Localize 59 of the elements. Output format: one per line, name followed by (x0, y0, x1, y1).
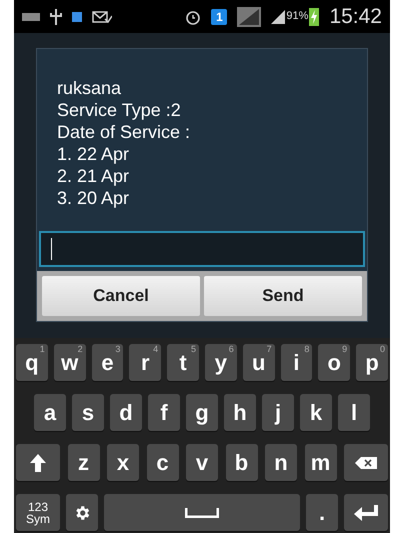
backspace-icon (355, 456, 377, 468)
key[interactable]: c (146, 444, 178, 481)
space-bar-icon (185, 508, 219, 518)
key[interactable]: k (300, 394, 332, 431)
key[interactable]: h (224, 394, 256, 431)
battery-charging-icon (309, 8, 320, 26)
key[interactable]: b (226, 444, 258, 481)
mail-check-icon (92, 10, 112, 22)
enter-arrow-icon (354, 504, 378, 520)
message-line: Date of Service : (57, 121, 192, 143)
alarm-clock-icon (185, 8, 202, 24)
message-line: ruksana (57, 77, 122, 99)
key-hint: 3 (115, 345, 120, 354)
key[interactable]: 8 i (280, 344, 312, 381)
dialog-button[interactable]: Send (204, 276, 362, 316)
key[interactable]: g (186, 394, 218, 431)
key-hint: 8 (304, 345, 310, 354)
key-hint: 9 (342, 345, 348, 354)
message-line: 3. 20 Apr (57, 187, 130, 209)
key[interactable]: n (265, 444, 297, 481)
key-hint: 6 (228, 345, 234, 354)
key-label: 123 (28, 500, 48, 512)
signal-bars-icon (271, 10, 286, 24)
key[interactable]: v (186, 444, 218, 481)
shift-key[interactable] (16, 444, 60, 481)
message-line: 2. 21 Apr (57, 165, 130, 187)
battery-percent: 91% (286, 9, 308, 24)
key[interactable]: x (107, 444, 139, 481)
settings-key[interactable] (66, 494, 98, 531)
key-hint: 5 (190, 345, 196, 354)
key[interactable]: . (306, 494, 338, 531)
key-hint: 0 (380, 345, 385, 354)
key[interactable]: l (338, 394, 370, 431)
backspace-key[interactable] (344, 444, 388, 481)
key[interactable]: z (68, 444, 100, 481)
shift-arrow-icon (30, 454, 46, 472)
key-hint: 1 (40, 345, 45, 354)
key-hint: 2 (78, 345, 83, 354)
wifi-signal-icon (237, 6, 262, 26)
message-line: Service Type :2 (57, 99, 182, 121)
key[interactable]: f (148, 394, 180, 431)
key[interactable]: m (304, 444, 336, 481)
sd-card-icon (72, 12, 82, 22)
usb-icon (50, 8, 62, 24)
key-label: Sym (26, 512, 50, 524)
symbols-key[interactable]: 123 Sym (16, 494, 60, 531)
message-line: 1. 22 Apr (57, 143, 130, 165)
enter-key[interactable] (344, 494, 388, 531)
text-input-field[interactable] (39, 231, 365, 267)
sim-badge: 1 (211, 8, 228, 24)
text-cursor (51, 238, 52, 260)
key-hint: 7 (266, 345, 272, 354)
key-hint: 4 (153, 345, 158, 354)
key[interactable]: s (72, 394, 104, 431)
key[interactable]: j (262, 394, 294, 431)
key[interactable]: a (34, 394, 66, 431)
dialog-button[interactable]: Cancel (42, 276, 200, 316)
key[interactable]: d (110, 394, 142, 431)
clock-time: 15:42 (329, 4, 382, 30)
